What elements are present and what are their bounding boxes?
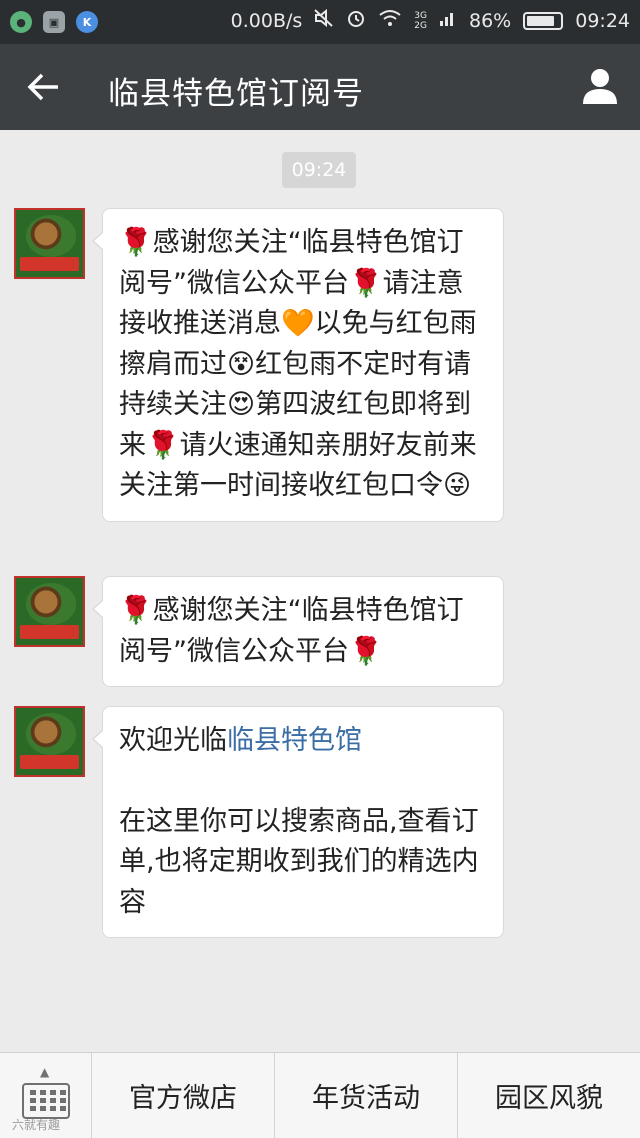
- message-text: 在这里你可以搜索商品,查看订单,也将定期收到我们的精选内容: [119, 805, 479, 918]
- profile-button[interactable]: [580, 66, 620, 106]
- image-status-icon: ▣: [43, 11, 65, 33]
- avatar[interactable]: [14, 208, 85, 279]
- watermark: 六就有趣: [12, 1118, 61, 1132]
- network-speed: 0.00B/s: [230, 9, 303, 32]
- mute-icon: [314, 8, 334, 32]
- wechat-status-icon: ●: [10, 11, 32, 33]
- k-app-status-icon: K: [76, 11, 98, 33]
- back-button[interactable]: [22, 66, 64, 108]
- status-right-info: 0.00B/s 3G 2G 86% 09:24: [231, 8, 630, 33]
- status-bar: ● ▣ K 0.00B/s 3G 2G 86% 09:24: [0, 0, 640, 44]
- network-type: 3G 2G: [414, 10, 427, 31]
- store-link[interactable]: 临县特色馆: [227, 725, 362, 756]
- alarm-icon: [346, 8, 366, 33]
- chat-area[interactable]: 09:24 🌹感谢您关注“临县特色馆订阅号”微信公众平台🌹请注意接收推送消息🧡以…: [0, 130, 640, 1052]
- battery-icon: [523, 11, 564, 30]
- message-bubble[interactable]: 🌹感谢您关注“临县特色馆订阅号”微信公众平台🌹请注意接收推送消息🧡以免与红包雨擦…: [92, 208, 504, 522]
- menu-item-new-year-activity[interactable]: 年货活动: [275, 1053, 458, 1138]
- battery-percent: 86%: [469, 9, 512, 32]
- message-text: 🌹感谢您关注“临县特色馆订阅号”微信公众平台🌹请注意接收推送消息🧡以免与红包雨擦…: [119, 227, 477, 501]
- message-bubble[interactable]: 🌹感谢您关注“临县特色馆订阅号”微信公众平台🌹: [92, 576, 504, 687]
- signal-icon: [439, 9, 457, 32]
- avatar[interactable]: [14, 576, 85, 647]
- chevron-up-icon: ▲: [40, 1065, 50, 1079]
- back-arrow-icon: [27, 73, 58, 101]
- menu-item-park-view[interactable]: 园区风貌: [458, 1053, 640, 1138]
- message-bubble[interactable]: 欢迎光临临县特色馆 在这里你可以搜索商品,查看订单,也将定期收到我们的精选内容: [92, 706, 504, 938]
- timestamp-badge: 09:24: [282, 152, 356, 188]
- keyboard-button[interactable]: ▲ 六就有趣: [0, 1053, 92, 1138]
- welcome-line: 欢迎光临临县特色馆: [119, 725, 362, 756]
- status-time: 09:24: [575, 9, 630, 32]
- person-icon: [583, 69, 617, 104]
- wifi-icon: [378, 9, 402, 32]
- status-left-icons: ● ▣ K: [10, 11, 98, 33]
- title-bar: 临县特色馆订阅号: [0, 44, 640, 130]
- bottom-menu: ▲ 六就有趣 官方微店 年货活动 园区风貌: [0, 1052, 640, 1138]
- keyboard-icon: [22, 1083, 70, 1119]
- avatar[interactable]: [14, 706, 85, 777]
- message-text: 🌹感谢您关注“临县特色馆订阅号”微信公众平台🌹: [119, 595, 464, 667]
- menu-item-weidian[interactable]: 官方微店: [92, 1053, 275, 1138]
- page-title: 临县特色馆订阅号: [108, 76, 364, 112]
